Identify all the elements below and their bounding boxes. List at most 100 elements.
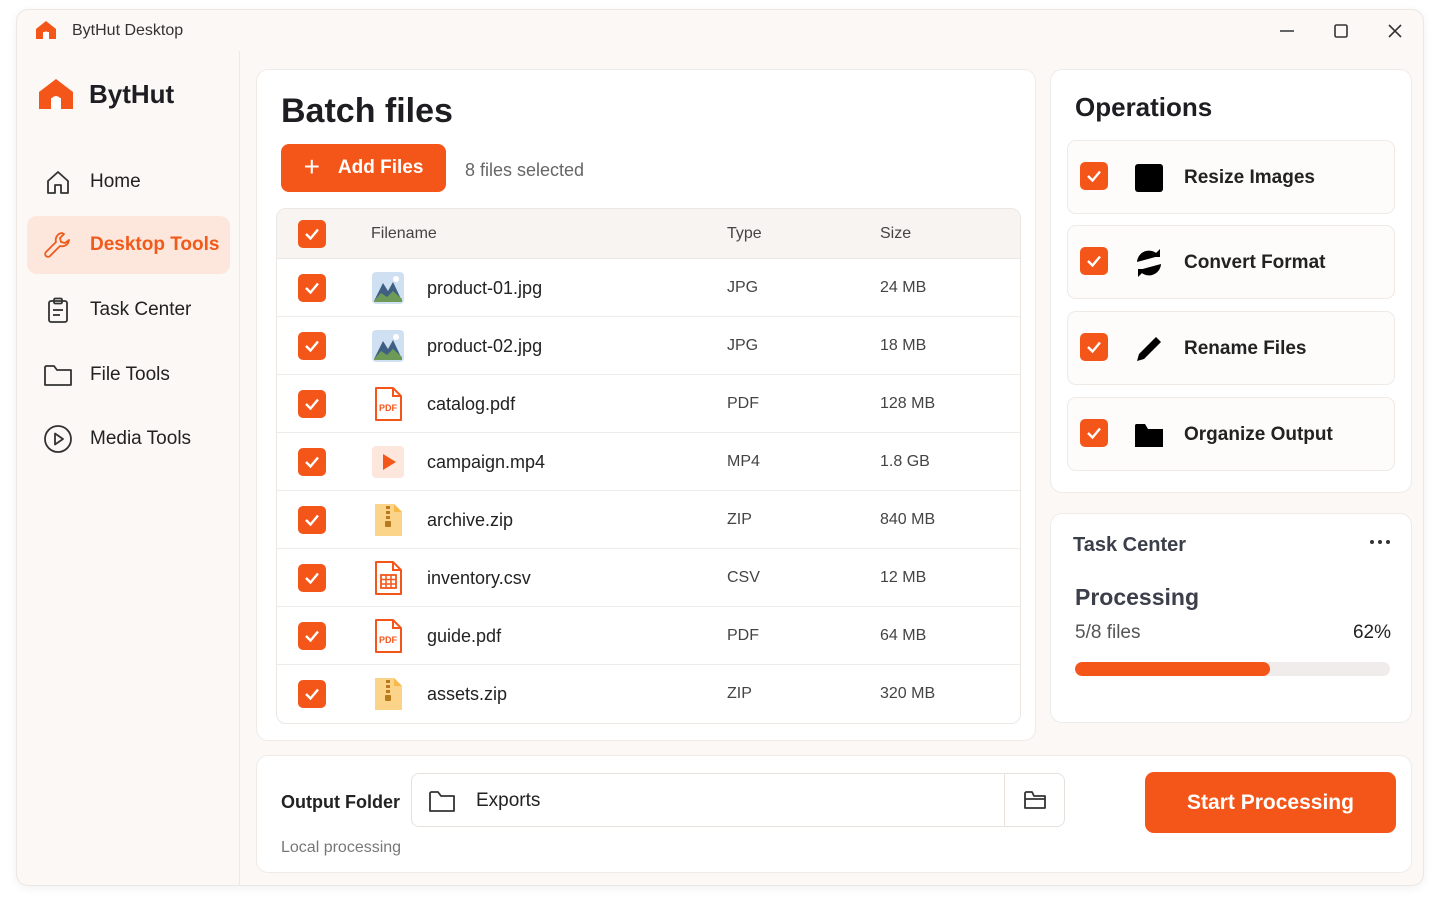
pencil-icon — [1137, 337, 1161, 361]
video-file-icon — [372, 446, 404, 478]
table-row[interactable]: PDF catalog.pdf PDF 128 MB — [277, 375, 1020, 433]
sidebar: BytHut Home Desktop Tools Task Center Fi… — [17, 51, 240, 885]
file-name: guide.pdf — [427, 626, 502, 646]
table-row[interactable]: campaign.mp4 MP4 1.8 GB — [277, 433, 1020, 491]
brand-name: BytHut — [89, 78, 175, 109]
output-folder-input[interactable] — [476, 790, 976, 812]
sidebar-item-file-tools[interactable]: File Tools — [27, 346, 230, 404]
sidebar-item-desktop-tools[interactable]: Desktop Tools — [27, 216, 230, 274]
operation-label: Organize Output — [1184, 424, 1333, 445]
task-percent: 62% — [1352, 622, 1391, 643]
folder-icon — [43, 360, 73, 390]
row-checkbox[interactable] — [298, 332, 326, 360]
folder-icon — [1135, 424, 1163, 447]
check-icon — [1087, 255, 1101, 268]
wrench-icon — [43, 230, 73, 260]
operation-label: Rename Files — [1184, 338, 1307, 359]
maximize-button[interactable] — [1326, 18, 1356, 44]
close-icon — [1388, 24, 1402, 38]
pdf-badge-text: PDF — [379, 635, 398, 645]
operations-panel: Operations Resize Images Convert Format … — [1050, 69, 1412, 493]
task-file-count: 5/8 files — [1075, 622, 1141, 643]
file-table: Filename Type Size product-01.jpg JPG 24 M… — [276, 208, 1021, 724]
operation-checkbox[interactable] — [1080, 162, 1108, 190]
window-title: BytHut Desktop — [72, 22, 184, 39]
file-name: campaign.mp4 — [427, 452, 546, 472]
operation-checkbox[interactable] — [1080, 333, 1108, 361]
operation-resize-images[interactable]: Resize Images — [1067, 140, 1395, 214]
operation-label: Convert Format — [1184, 252, 1326, 273]
row-checkbox[interactable] — [298, 622, 326, 650]
local-processing-note: Local processing — [281, 839, 402, 856]
table-row[interactable]: PDF guide.pdf PDF 64 MB — [277, 607, 1020, 665]
sidebar-item-home[interactable]: Home — [27, 153, 230, 211]
sidebar-item-task-center[interactable]: Task Center — [27, 281, 230, 339]
check-icon — [1087, 341, 1101, 354]
column-header-size[interactable]: Size — [880, 225, 911, 243]
home-icon — [43, 167, 73, 197]
task-center-panel: Task Center Processing 5/8 files 62% — [1050, 513, 1412, 723]
add-files-button[interactable]: + Add Files — [281, 144, 446, 192]
browse-folder-button[interactable] — [1004, 774, 1064, 826]
table-row[interactable]: product-01.jpg JPG 24 MB — [277, 259, 1020, 317]
operation-convert-format[interactable]: Convert Format — [1067, 225, 1395, 299]
check-icon — [1087, 170, 1101, 183]
sidebar-item-media-tools[interactable]: Media Tools — [27, 410, 230, 468]
minimize-icon — [1280, 30, 1294, 32]
row-checkbox[interactable] — [298, 680, 326, 708]
operation-checkbox[interactable] — [1080, 247, 1108, 275]
file-type: PDF — [727, 627, 759, 644]
check-icon — [305, 630, 319, 643]
operation-checkbox[interactable] — [1080, 419, 1108, 447]
check-icon — [305, 688, 319, 701]
sidebar-item-label: Task Center — [90, 299, 192, 320]
close-button[interactable] — [1380, 18, 1410, 44]
table-row[interactable]: product-02.jpg JPG 18 MB — [277, 317, 1020, 375]
operation-rename-files[interactable]: Rename Files — [1067, 311, 1395, 385]
progress-fill — [1075, 662, 1271, 676]
check-icon — [305, 282, 319, 295]
row-checkbox[interactable] — [298, 506, 326, 534]
sidebar-item-label: Media Tools — [90, 428, 192, 449]
brand: BytHut — [37, 77, 174, 111]
table-row[interactable]: assets.zip ZIP 320 MB — [277, 665, 1020, 723]
minimize-button[interactable] — [1272, 18, 1302, 44]
check-icon — [305, 398, 319, 411]
column-header-filename[interactable]: Filename — [371, 225, 437, 243]
more-options-button[interactable] — [1365, 530, 1395, 554]
operation-organize-output[interactable]: Organize Output — [1067, 397, 1395, 471]
task-status: Processing — [1075, 584, 1199, 610]
row-checkbox[interactable] — [298, 564, 326, 592]
plus-icon: + — [303, 150, 320, 182]
sidebar-item-label: Desktop Tools — [90, 234, 220, 255]
row-checkbox[interactable] — [298, 390, 326, 418]
folder-icon — [428, 788, 456, 814]
table-row[interactable]: inventory.csv CSV 12 MB — [277, 549, 1020, 607]
sidebar-item-label: File Tools — [90, 364, 170, 385]
file-name: catalog.pdf — [427, 394, 516, 414]
csv-file-icon — [375, 561, 402, 595]
app-window: BytHut Desktop BytHut Home Desktop Tools… — [16, 9, 1424, 886]
file-size: 24 MB — [880, 279, 927, 296]
file-name: archive.zip — [427, 510, 514, 530]
check-icon — [305, 228, 319, 241]
zip-file-icon — [375, 504, 402, 536]
pdf-badge-text: PDF — [379, 403, 398, 413]
file-name: product-01.jpg — [427, 278, 543, 298]
row-checkbox[interactable] — [298, 448, 326, 476]
zip-file-icon — [375, 678, 402, 710]
operation-label: Resize Images — [1184, 167, 1315, 188]
row-checkbox[interactable] — [298, 274, 326, 302]
output-folder-field[interactable] — [411, 773, 1065, 827]
file-name: product-02.jpg — [427, 336, 543, 356]
select-all-checkbox[interactable] — [298, 220, 326, 248]
column-header-type[interactable]: Type — [727, 225, 762, 243]
add-files-label: Add Files — [337, 157, 424, 178]
file-size: 840 MB — [880, 511, 936, 528]
table-header: Filename Type Size — [277, 209, 1020, 259]
file-size: 64 MB — [880, 627, 927, 644]
start-processing-button[interactable]: Start Processing — [1145, 772, 1396, 833]
file-size: 128 MB — [880, 395, 936, 412]
table-row[interactable]: archive.zip ZIP 840 MB — [277, 491, 1020, 549]
pdf-file-icon: PDF — [375, 387, 402, 421]
